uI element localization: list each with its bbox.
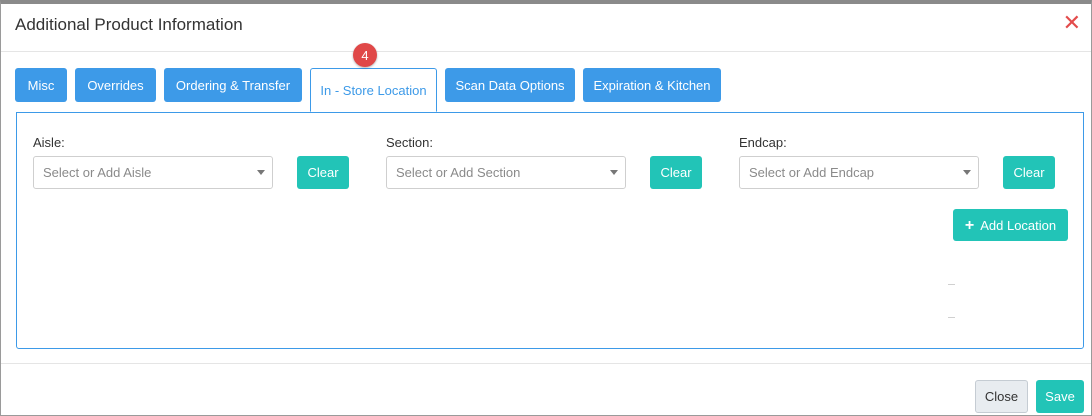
endcap-clear-button[interactable]: Clear	[1003, 156, 1055, 189]
close-icon[interactable]: ✕	[1063, 12, 1081, 34]
additional-product-info-modal: Additional Product Information ✕ Misc Ov…	[0, 0, 1092, 416]
tab-ordering-transfer[interactable]: Ordering & Transfer	[164, 68, 302, 102]
aisle-placeholder: Select or Add Aisle	[43, 165, 152, 180]
step-badge: 4	[353, 43, 377, 67]
tab-scan-data-options[interactable]: Scan Data Options	[445, 68, 575, 102]
chevron-down-icon	[610, 170, 618, 175]
footer-divider	[1, 363, 1091, 364]
close-button[interactable]: Close	[975, 380, 1028, 413]
chevron-down-icon	[257, 170, 265, 175]
aisle-clear-button[interactable]: Clear	[297, 156, 349, 189]
divider	[948, 284, 955, 285]
section-select[interactable]: Select or Add Section	[386, 156, 626, 189]
section-label: Section:	[386, 135, 433, 150]
endcap-placeholder: Select or Add Endcap	[749, 165, 875, 180]
endcap-select[interactable]: Select or Add Endcap	[739, 156, 979, 189]
add-location-button[interactable]: + Add Location	[953, 209, 1068, 241]
modal-title: Additional Product Information	[15, 15, 243, 34]
tab-expiration-kitchen[interactable]: Expiration & Kitchen	[583, 68, 721, 102]
section-placeholder: Select or Add Section	[396, 165, 521, 180]
plus-icon: +	[964, 216, 975, 234]
divider	[948, 317, 955, 318]
add-location-label: Add Location	[980, 217, 1057, 233]
endcap-label: Endcap:	[739, 135, 787, 150]
in-store-location-panel: Aisle: Select or Add Aisle Clear Section…	[16, 112, 1084, 349]
aisle-label: Aisle:	[33, 135, 65, 150]
chevron-down-icon	[963, 170, 971, 175]
tab-in-store-location[interactable]: In - Store Location	[310, 68, 437, 112]
tab-overrides[interactable]: Overrides	[75, 68, 156, 102]
save-button[interactable]: Save	[1036, 380, 1084, 413]
aisle-select[interactable]: Select or Add Aisle	[33, 156, 273, 189]
section-clear-button[interactable]: Clear	[650, 156, 702, 189]
modal-header: Additional Product Information ✕	[1, 4, 1091, 52]
tab-misc[interactable]: Misc	[15, 68, 67, 102]
